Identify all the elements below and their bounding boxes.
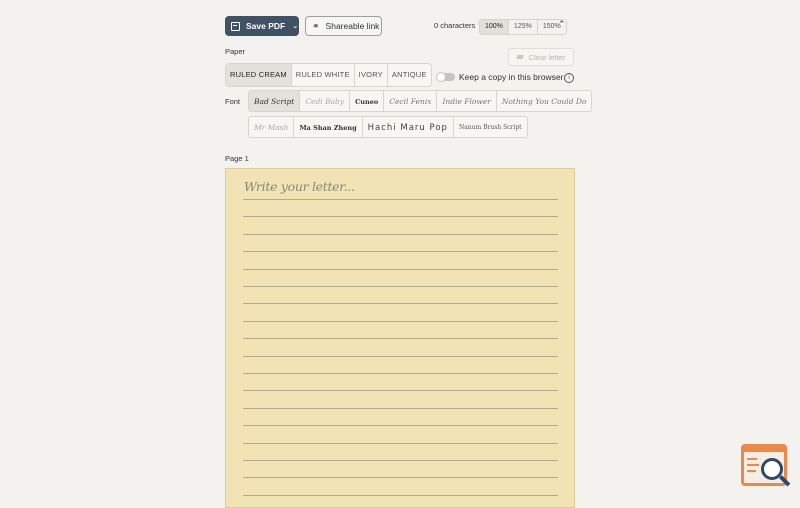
zoom-125-button[interactable]: 125% [508,20,538,34]
font-row-2: Mr Mash Ma Shan Zheng Hachi Maru Pop Nan… [248,116,548,138]
font-option-bad-script[interactable]: Bad Script [248,90,301,112]
ruled-line [243,390,558,392]
pdf-icon [231,21,240,31]
ruled-line [243,425,558,427]
info-icon[interactable]: i [564,73,574,83]
zoom-selector: 100% 125% 150% [479,19,567,35]
ruled-line [243,216,558,218]
ruled-line [243,286,558,287]
ruled-line [243,338,558,340]
toolbar: Save PDF ⌄ ⚭ Shareable link 0 characters… [225,16,577,36]
ruled-line [243,460,558,461]
font-option-nanum-brush-script[interactable]: Nanum Brush Script [453,116,528,138]
ruled-line [243,407,558,409]
keep-copy-toggle[interactable] [436,72,455,82]
save-pdf-label: Save PDF [246,21,286,31]
chevron-down-icon[interactable]: ⌄ [292,22,298,30]
paper-option-ruled-white[interactable]: RULED WHITE [292,64,355,86]
logo-line [747,470,756,472]
ruled-line [243,442,558,444]
font-option-indie-flower[interactable]: Indie Flower [437,90,497,112]
collapse-chevron-up-icon[interactable]: ⌃ [558,19,566,30]
font-option-cuneo[interactable]: Cuneo [350,90,385,112]
paper-option-ruled-cream[interactable]: RULED CREAM [226,64,292,86]
font-option-cecil-fenix[interactable]: Cecil Fenix [384,90,438,112]
keep-copy-label: Keep a copy in this browser [459,72,564,82]
paper-label: Paper [225,47,246,56]
corner-logo [741,444,791,490]
ruled-line [243,477,558,479]
page-label: Page 1 [225,154,249,163]
font-option-ma-shan-zheng[interactable]: Ma Shan Zheng [294,116,363,138]
paper-option-antique[interactable]: ANTIQUE [388,64,431,86]
ruled-line [243,373,558,374]
paper-selector: RULED CREAM RULED WHITE IVORY ANTIQUE [225,63,432,87]
paper-option-ivory[interactable]: IVORY [355,64,388,86]
eraser-icon [515,55,524,59]
ruled-line [243,303,558,305]
logo-line [747,458,757,460]
logo-window-bar [744,447,784,452]
ruled-line [243,268,558,270]
logo-line [747,464,759,466]
link-icon: ⚭ [312,20,320,31]
clear-letter-button[interactable]: Clear letter [508,48,574,66]
editor-panel: Save PDF ⌄ ⚭ Shareable link 0 characters… [225,0,593,508]
font-option-hachi-maru-pop[interactable]: Hachi Maru Pop [362,116,454,138]
font-option-cedi-baby[interactable]: Cedi Baby [300,90,351,112]
character-count: 0 characters [434,21,476,30]
font-row-1: Bad Script Cedi Baby Cuneo Cecil Fenix I… [248,90,593,112]
ruled-line [243,320,558,322]
zoom-100-button[interactable]: 100% [480,20,509,34]
ruled-line [243,355,558,357]
ruled-line [243,199,558,200]
ruled-line [243,251,558,253]
clear-letter-label: Clear letter [528,52,566,62]
font-option-mr-mash[interactable]: Mr Mash [248,116,295,138]
letter-page[interactable]: Write your letter... [225,168,575,508]
font-option-nothing-you-could-do[interactable]: Nothing You Could Do [496,90,593,112]
ruled-line [243,494,558,496]
shareable-link-button[interactable]: ⚭ Shareable link [305,16,382,36]
font-selector: Bad Script Cedi Baby Cuneo Cecil Fenix I… [248,90,593,142]
save-pdf-button[interactable]: Save PDF ⌄ [225,16,299,36]
font-label: Font [225,97,241,106]
shareable-link-label: Shareable link [325,21,380,31]
ruled-line [243,233,558,235]
letter-placeholder[interactable]: Write your letter... [244,179,355,194]
